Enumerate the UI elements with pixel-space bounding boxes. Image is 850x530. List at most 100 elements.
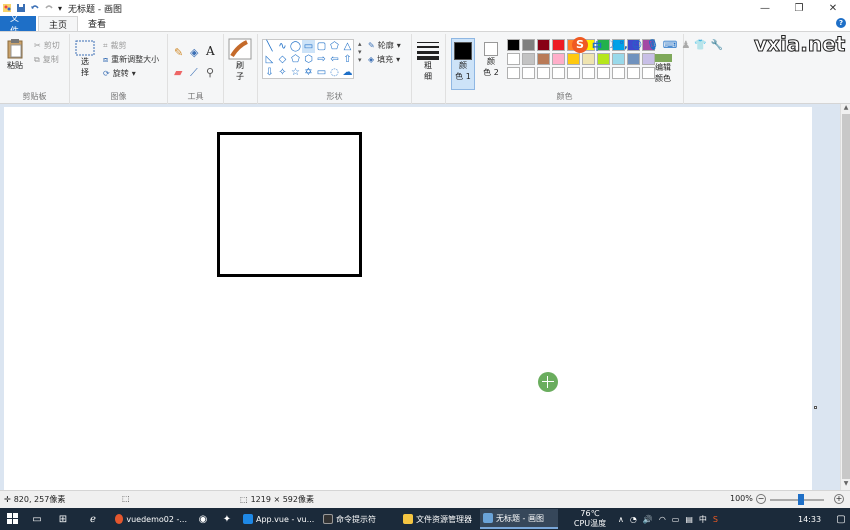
scroll-up-icon[interactable]: ▲ xyxy=(841,104,850,114)
up-arrow-shape-icon[interactable]: ⇧ xyxy=(341,53,354,66)
pentagon-shape-icon[interactable]: ⬠ xyxy=(289,53,302,66)
notification-icon[interactable]: ▤ xyxy=(685,515,693,524)
curve-shape-icon[interactable]: ∿ xyxy=(276,40,289,53)
wifi-icon[interactable]: ◠ xyxy=(659,515,666,524)
restore-button[interactable]: ❐ xyxy=(782,0,816,16)
user-icon[interactable]: ♟ xyxy=(681,40,690,51)
six-point-star-icon[interactable]: ✡ xyxy=(302,66,315,79)
palette-swatch[interactable] xyxy=(597,67,610,79)
color1-button[interactable]: 颜 色 1 xyxy=(451,38,475,90)
keyboard-icon[interactable]: ⌨ xyxy=(663,40,677,51)
palette-swatch[interactable] xyxy=(582,53,595,65)
zoom-in-button[interactable]: + xyxy=(834,494,844,504)
app-icon-red[interactable]: ✦ xyxy=(220,512,234,526)
taskbar-app-vuedemo[interactable]: vuedemo02 -... xyxy=(112,509,190,529)
sogou-tray-icon[interactable]: S xyxy=(713,515,718,524)
outline-button[interactable]: ✎ 轮廓 ▾ xyxy=(368,40,401,51)
wrench-icon[interactable]: 🔧 xyxy=(711,40,723,51)
shirt-icon[interactable]: 👕 xyxy=(694,40,706,51)
drawing-canvas[interactable] xyxy=(4,107,812,490)
cut-button[interactable]: ✂ 剪切 xyxy=(34,40,60,51)
shapes-gallery[interactable]: ╲ ∿ ◯ ▭ ▢ ⬠ △ ◺ ◇ ⬠ ⬡ ⇨ ⇦ ⇧ ⇩ ✧ ☆ ✡ ▭ ◌ … xyxy=(262,39,354,79)
task-view-icon[interactable]: ▭ xyxy=(30,512,44,526)
paste-button[interactable]: 粘贴 xyxy=(6,38,24,71)
ime-chinese-mode[interactable]: 中 xyxy=(592,38,602,53)
triangle-shape-icon[interactable]: △ xyxy=(341,40,354,53)
help-icon[interactable]: ? xyxy=(836,18,846,28)
palette-swatch[interactable] xyxy=(552,67,565,79)
close-button[interactable]: ✕ xyxy=(816,0,850,16)
moon-icon[interactable]: ☽ xyxy=(606,40,615,51)
callout-cloud-icon[interactable]: ☁ xyxy=(341,66,354,79)
taskbar-app-explorer[interactable]: 文件资源管理器 xyxy=(400,509,478,529)
fill-bucket-icon[interactable]: ◈ xyxy=(190,46,198,59)
scroll-thumb[interactable] xyxy=(842,114,850,479)
palette-swatch[interactable] xyxy=(537,53,550,65)
zoom-slider-thumb[interactable] xyxy=(798,494,804,505)
palette-swatch[interactable] xyxy=(537,67,550,79)
color-picker-icon[interactable]: ⟋ xyxy=(190,66,198,80)
palette-swatch[interactable] xyxy=(582,67,595,79)
zoom-out-button[interactable]: − xyxy=(756,494,766,504)
rounded-rect-shape-icon[interactable]: ▢ xyxy=(315,40,328,53)
rotate-button[interactable]: ⟳ 旋转 ▾ xyxy=(103,68,136,79)
crop-button[interactable]: ⌗ 裁剪 xyxy=(103,40,127,51)
pencil-icon[interactable]: ✎ xyxy=(174,46,183,59)
vertical-scrollbar[interactable]: ▲ ▼ xyxy=(840,104,850,490)
palette-swatch[interactable] xyxy=(612,67,625,79)
hexagon-shape-icon[interactable]: ⬡ xyxy=(302,53,315,66)
drawn-rectangle[interactable] xyxy=(217,132,362,277)
polygon-shape-icon[interactable]: ⬠ xyxy=(328,40,341,53)
sogou-ime-icon[interactable]: S xyxy=(572,37,588,53)
action-center-icon[interactable]: ▢ xyxy=(834,512,848,526)
palette-swatch[interactable] xyxy=(537,39,550,51)
right-triangle-shape-icon[interactable]: ◺ xyxy=(263,53,276,66)
store-icon[interactable]: ⊞ xyxy=(56,512,70,526)
palette-swatch[interactable] xyxy=(642,67,655,79)
scroll-down-icon[interactable]: ▼ xyxy=(841,480,850,490)
line-shape-icon[interactable]: ╲ xyxy=(263,40,276,53)
taskbar-app-paint[interactable]: 无标题 - 画图 xyxy=(480,509,558,529)
palette-swatch[interactable] xyxy=(507,67,520,79)
minimize-button[interactable]: — xyxy=(748,0,782,16)
quick-access-dropdown[interactable]: ▾ xyxy=(58,4,62,13)
tab-home[interactable]: 主页 xyxy=(38,16,79,31)
edit-colors-button[interactable]: 编辑 颜色 xyxy=(654,54,672,84)
shapes-scroll-icon[interactable]: ▴ ▾ ▾ xyxy=(358,40,362,64)
rectangle-shape-icon[interactable]: ▭ xyxy=(302,40,315,53)
callout-rect-icon[interactable]: ▭ xyxy=(315,66,328,79)
diamond-shape-icon[interactable]: ◇ xyxy=(276,53,289,66)
eraser-icon[interactable]: ▰ xyxy=(174,66,182,79)
undo-icon[interactable] xyxy=(30,3,40,13)
palette-swatch[interactable] xyxy=(627,53,640,65)
magnifier-icon[interactable]: ⚲ xyxy=(206,66,214,79)
five-point-star-icon[interactable]: ☆ xyxy=(289,66,302,79)
canvas-resize-handle[interactable] xyxy=(814,406,817,409)
palette-swatch[interactable] xyxy=(522,67,535,79)
tray-ime-label[interactable]: 中 xyxy=(699,514,707,525)
palette-swatch[interactable] xyxy=(552,39,565,51)
palette-swatch[interactable] xyxy=(567,67,580,79)
palette-swatch[interactable] xyxy=(552,53,565,65)
start-windows-icon[interactable] xyxy=(6,512,20,526)
copy-button[interactable]: ⧉ 复制 xyxy=(34,54,59,65)
tab-view[interactable]: 查看 xyxy=(78,16,116,31)
redo-icon[interactable] xyxy=(44,3,54,13)
clock[interactable]: 14:33 xyxy=(798,508,821,530)
tray-expand-icon[interactable]: ∧ xyxy=(618,515,624,524)
resize-button[interactable]: ⧈ 重新调整大小 xyxy=(103,54,159,65)
network-icon[interactable]: ◔ xyxy=(630,515,637,524)
right-arrow-shape-icon[interactable]: ⇨ xyxy=(315,53,328,66)
palette-swatch[interactable] xyxy=(522,39,535,51)
emoji-icon[interactable]: ☺ xyxy=(632,40,642,51)
palette-swatch[interactable] xyxy=(522,53,535,65)
brushes-button[interactable]: 刷 子 xyxy=(228,38,252,82)
palette-swatch[interactable] xyxy=(567,53,580,65)
left-arrow-shape-icon[interactable]: ⇦ xyxy=(328,53,341,66)
tab-file[interactable]: 文件 xyxy=(0,14,36,37)
fill-button[interactable]: ◈ 填充 ▾ xyxy=(368,54,400,65)
color2-button[interactable]: 颜 色 2 xyxy=(480,42,502,78)
palette-swatch[interactable] xyxy=(642,53,655,65)
zoom-slider-track[interactable] xyxy=(770,499,824,501)
punctuation-icon[interactable]: °, xyxy=(619,40,628,51)
